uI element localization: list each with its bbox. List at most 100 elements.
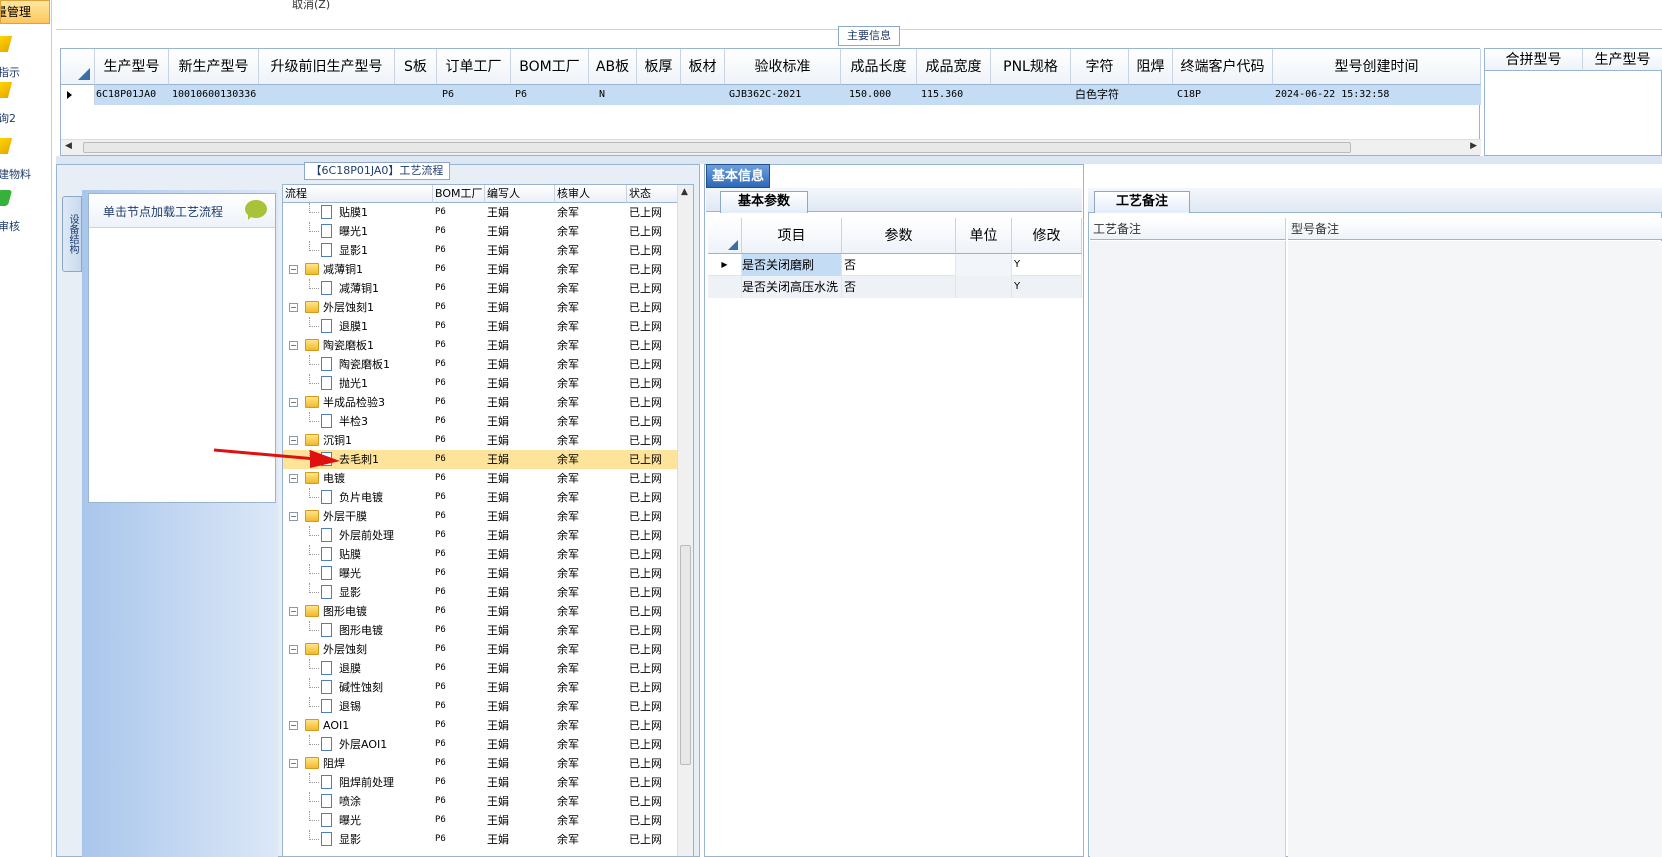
grid-corner-select-all[interactable] xyxy=(708,218,742,254)
tree-node[interactable]: − 半成品检验3 P6 王娟 余军 已上网 xyxy=(283,393,678,412)
vertical-scrollbar[interactable]: ▲ xyxy=(677,185,693,856)
scrollbar-thumb[interactable] xyxy=(680,545,691,765)
nav-item-active[interactable]: 量管理 xyxy=(0,0,50,24)
col-header[interactable]: 验收标准 xyxy=(725,49,841,85)
nav-item-query2[interactable]: 询2 xyxy=(0,82,50,132)
scroll-up-icon[interactable]: ▲ xyxy=(681,187,688,197)
table-cell[interactable] xyxy=(395,85,437,105)
nav-item-review[interactable]: 审核 xyxy=(0,190,50,240)
table-row[interactable]: ▶ 是否关闭磨刷 否 Y xyxy=(708,254,1082,276)
scroll-right-icon[interactable]: ▶ xyxy=(1470,141,1477,151)
type-note-textarea[interactable] xyxy=(1288,241,1662,857)
scrollbar-thumb[interactable] xyxy=(83,142,1351,153)
tree-node-label[interactable]: 阻焊前处理 xyxy=(339,773,433,792)
tree-node[interactable]: 图形电镀 P6 王娟 余军 已上网 xyxy=(283,621,678,640)
table-cell[interactable]: 150.000 xyxy=(841,85,917,105)
col-header[interactable]: 板厚 xyxy=(637,49,681,85)
collapse-toggle-icon[interactable]: − xyxy=(289,398,298,407)
collapse-toggle-icon[interactable]: − xyxy=(289,474,298,483)
tree-node-label[interactable]: 抛光1 xyxy=(339,374,433,393)
horizontal-splitter[interactable] xyxy=(56,156,1662,164)
collapse-toggle-icon[interactable]: − xyxy=(289,265,298,274)
tree-node-label[interactable]: 外层前处理 xyxy=(339,526,433,545)
col-header[interactable]: 生产型号 xyxy=(1583,49,1662,71)
tree-node[interactable]: 阻焊前处理 P6 王娟 余军 已上网 xyxy=(283,773,678,792)
tree-node[interactable]: 退膜1 P6 王娟 余军 已上网 xyxy=(283,317,678,336)
tree-node-label[interactable]: 半成品检验3 xyxy=(323,393,433,412)
tree-node[interactable]: 外层前处理 P6 王娟 余军 已上网 xyxy=(283,526,678,545)
tree-node-label[interactable]: 显影1 xyxy=(339,241,433,260)
tree-node-label[interactable]: 外层AOI1 xyxy=(339,735,433,754)
col-header[interactable]: S板 xyxy=(395,49,437,85)
col-header[interactable]: 编写人 xyxy=(485,185,555,203)
row-header[interactable] xyxy=(708,276,742,298)
table-cell[interactable]: 2024-06-22 15:32:58 xyxy=(1273,85,1481,105)
col-header[interactable]: 升级前旧生产型号 xyxy=(259,49,395,85)
process-note-textarea[interactable] xyxy=(1090,241,1286,857)
tree-node-label[interactable]: 外层蚀刻1 xyxy=(323,298,433,317)
tree-node[interactable]: 外层AOI1 P6 王娟 余军 已上网 xyxy=(283,735,678,754)
grid-corner-select-all[interactable] xyxy=(61,49,95,85)
tree-node-label[interactable]: 喷涂 xyxy=(339,792,433,811)
tree-node[interactable]: − AOI1 P6 王娟 余军 已上网 xyxy=(283,716,678,735)
tree-node[interactable]: − 沉铜1 P6 王娟 余军 已上网 xyxy=(283,431,678,450)
table-cell[interactable]: 白色字符 xyxy=(1071,85,1129,105)
table-cell[interactable]: P6 xyxy=(511,85,589,105)
collapse-toggle-icon[interactable]: − xyxy=(289,341,298,350)
table-cell[interactable] xyxy=(681,85,725,105)
tree-node[interactable]: 显影 P6 王娟 余军 已上网 xyxy=(283,583,678,602)
col-header[interactable]: BOM工厂 xyxy=(433,185,485,203)
table-cell[interactable]: GJB362C-2021 xyxy=(725,85,841,105)
tree-node-label[interactable]: 碱性蚀刻 xyxy=(339,678,433,697)
tree-node-label[interactable]: 显影 xyxy=(339,830,433,849)
scroll-left-icon[interactable]: ◀ xyxy=(65,141,72,151)
tree-node[interactable]: − 外层蚀刻 P6 王娟 余军 已上网 xyxy=(283,640,678,659)
tree-node-label[interactable]: 减薄铜1 xyxy=(323,260,433,279)
col-header[interactable]: BOM工厂 xyxy=(511,49,589,85)
tree-node[interactable]: 退锡 P6 王娟 余军 已上网 xyxy=(283,697,678,716)
row-indicator[interactable] xyxy=(61,85,95,105)
table-cell[interactable]: 是否关闭高压水洗 xyxy=(742,276,842,298)
tree-node-label[interactable]: 贴膜1 xyxy=(339,203,433,222)
tree-node[interactable]: 曝光 P6 王娟 余军 已上网 xyxy=(283,564,678,583)
tree-node[interactable]: 显影1 P6 王娟 余军 已上网 xyxy=(283,241,678,260)
col-header[interactable]: AB板 xyxy=(589,49,637,85)
col-header[interactable]: 终端客户代码 xyxy=(1173,49,1273,85)
table-cell[interactable] xyxy=(259,85,395,105)
equipment-structure-tab[interactable]: 设备结构 xyxy=(62,196,82,272)
tree-node-label[interactable]: 图形电镀 xyxy=(323,602,433,621)
collapse-toggle-icon[interactable]: − xyxy=(289,436,298,445)
col-header[interactable]: 参数 xyxy=(842,218,956,254)
table-cell[interactable]: P6 xyxy=(437,85,511,105)
col-header[interactable]: 成品宽度 xyxy=(917,49,991,85)
col-header[interactable]: 流程 xyxy=(283,185,433,203)
tree-node-label[interactable]: 陶瓷磨板1 xyxy=(339,355,433,374)
table-cell[interactable]: 115.360 xyxy=(917,85,991,105)
table-cell[interactable]: C18P xyxy=(1173,85,1273,105)
tree-node[interactable]: 陶瓷磨板1 P6 王娟 余军 已上网 xyxy=(283,355,678,374)
tree-node[interactable]: − 陶瓷磨板1 P6 王娟 余军 已上网 xyxy=(283,336,678,355)
tree-node-label[interactable]: 电镀 xyxy=(323,469,433,488)
tree-node[interactable]: − 图形电镀 P6 王娟 余军 已上网 xyxy=(283,602,678,621)
tree-node-label[interactable]: 显影 xyxy=(339,583,433,602)
col-header[interactable]: 核审人 xyxy=(555,185,627,203)
table-cell[interactable] xyxy=(956,254,1012,276)
tree-node-label[interactable]: 外层蚀刻 xyxy=(323,640,433,659)
tab-basic-info[interactable]: 基本信息 xyxy=(706,164,770,188)
table-cell[interactable]: Y xyxy=(1012,254,1082,276)
cancel-button[interactable]: 取消(Z) xyxy=(292,0,330,12)
col-header[interactable]: 生产型号 xyxy=(95,49,169,85)
table-cell[interactable] xyxy=(1129,85,1173,105)
collapse-toggle-icon[interactable]: − xyxy=(289,721,298,730)
collapse-toggle-icon[interactable]: − xyxy=(289,645,298,654)
col-header[interactable]: 型号创建时间 xyxy=(1273,49,1481,85)
table-cell[interactable]: 10010600130336 xyxy=(169,85,259,105)
col-header[interactable]: 成品长度 xyxy=(841,49,917,85)
col-header[interactable]: 新生产型号 xyxy=(169,49,259,85)
tree-node[interactable]: 曝光1 P6 王娟 余军 已上网 xyxy=(283,222,678,241)
tree-node[interactable]: 负片电镀 P6 王娟 余军 已上网 xyxy=(283,488,678,507)
tree-node-label[interactable]: 去毛刺1 xyxy=(339,450,433,469)
tree-node-label[interactable]: 负片电镀 xyxy=(339,488,433,507)
tree-node[interactable]: 减薄铜1 P6 王娟 余军 已上网 xyxy=(283,279,678,298)
collapse-toggle-icon[interactable]: − xyxy=(289,303,298,312)
